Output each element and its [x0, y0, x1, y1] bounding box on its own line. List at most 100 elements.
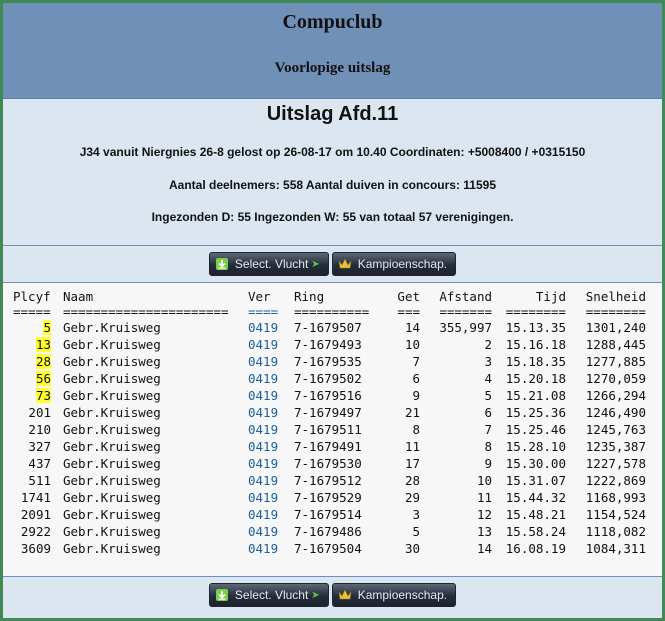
- results-title: Uitslag Afd.11: [266, 103, 399, 125]
- cell-ver[interactable]: 0419: [248, 387, 294, 404]
- cell-ver[interactable]: 0419: [248, 472, 294, 489]
- cell-afstand: 5: [484, 388, 492, 403]
- cell-tijd: 15.48.21: [505, 507, 566, 522]
- page-subtitle: Voorlopige uitslag: [274, 60, 391, 76]
- cell-afstand: 3: [484, 354, 492, 369]
- cell-get: 21: [404, 405, 420, 420]
- cell-get: 28: [404, 473, 420, 488]
- cell-get: 17: [404, 456, 420, 471]
- cell-afstand: 4: [484, 371, 492, 386]
- cell-get: 8: [412, 422, 420, 437]
- col-afstand: Afstand: [439, 289, 492, 304]
- cell-get: 6: [412, 371, 420, 386]
- cell-snelheid: 1154,524: [585, 507, 646, 522]
- table-row: 3609 Gebr.Kruisweg 0419 7-1679504 30 14 16.08.…: [9, 540, 646, 557]
- cell-ver[interactable]: 0419: [248, 319, 294, 336]
- championship-button-bottom[interactable]: Kampioenschap.: [331, 583, 457, 607]
- cell-plcyf: 3609: [9, 540, 63, 557]
- cell-plcyf: 437: [9, 455, 63, 472]
- col-plcyf: Plcyf: [13, 289, 51, 304]
- cell-ring: 7-1679491: [294, 439, 362, 454]
- cell-tijd: 15.25.46: [505, 422, 566, 437]
- placement-value: 3609: [20, 541, 51, 556]
- cell-ver[interactable]: 0419: [248, 421, 294, 438]
- sep-plcyf: =====: [13, 304, 51, 319]
- cell-afstand: 6: [484, 405, 492, 420]
- cell-plcyf: 1741: [9, 489, 63, 506]
- col-tijd: Tijd: [535, 289, 566, 304]
- select-flight-label: Select. Vlucht: [234, 588, 309, 602]
- cell-tijd: 15.20.18: [505, 371, 566, 386]
- cell-ver[interactable]: 0419: [248, 370, 294, 387]
- placement-value: 13: [35, 337, 51, 352]
- sep-ver: ====: [248, 304, 279, 319]
- cell-naam: Gebr.Kruisweg: [63, 490, 161, 505]
- championship-button[interactable]: Kampioenschap.: [331, 252, 457, 276]
- cell-snelheid: 1245,763: [585, 422, 646, 437]
- crown-icon: [338, 588, 352, 602]
- cell-snelheid: 1277,885: [585, 354, 646, 369]
- top-button-bar: Select. Vlucht ➤ Kampioenschap.: [3, 246, 662, 283]
- cell-tijd: 15.25.36: [505, 405, 566, 420]
- cell-ver[interactable]: 0419: [248, 455, 294, 472]
- cell-tijd: 15.58.24: [505, 524, 566, 539]
- table-row: 28 Gebr.Kruisweg 0419 7-1679535 7 3 15.18.35 12…: [9, 353, 646, 370]
- select-flight-button-bottom[interactable]: Select. Vlucht ➤: [208, 583, 329, 607]
- cell-naam: Gebr.Kruisweg: [63, 507, 161, 522]
- cell-get: 3: [412, 507, 420, 522]
- arrow-right-icon: ➤: [311, 258, 320, 270]
- placement-value: 201: [28, 405, 51, 420]
- sep-naam: ======================: [63, 304, 229, 319]
- cell-snelheid: 1246,490: [585, 405, 646, 420]
- cell-plcyf: 56: [9, 370, 63, 387]
- sep-tijd: ========: [505, 304, 566, 319]
- cell-ring: 7-1679493: [294, 337, 362, 352]
- cell-ring: 7-1679497: [294, 405, 362, 420]
- select-flight-button[interactable]: Select. Vlucht ➤: [208, 252, 329, 276]
- col-get: Get: [397, 289, 420, 304]
- cell-ver[interactable]: 0419: [248, 506, 294, 523]
- cell-tijd: 15.13.35: [505, 320, 566, 335]
- table-row: 2091 Gebr.Kruisweg 0419 7-1679514 3 12 15.48.2…: [9, 506, 646, 523]
- cell-get: 30: [404, 541, 420, 556]
- cell-snelheid: 1266,294: [585, 388, 646, 403]
- submissions-info: Ingezonden D: 55 Ingezonden W: 55 van to…: [151, 210, 514, 224]
- cell-snelheid: 1235,387: [585, 439, 646, 454]
- race-details: J34 vanuit Niergnies 26-8 gelost op 26-0…: [79, 145, 586, 159]
- championship-label: Kampioenschap.: [357, 257, 448, 271]
- cell-ring: 7-1679504: [294, 541, 362, 556]
- cell-ver[interactable]: 0419: [248, 540, 294, 557]
- results-table: Plcyf Naam Ver Ring Get Afstand Tijd Sne…: [9, 288, 646, 557]
- table-row: 210 Gebr.Kruisweg 0419 7-1679511 8 7 15.25.46 1…: [9, 421, 646, 438]
- cell-naam: Gebr.Kruisweg: [63, 354, 161, 369]
- table-row: 511 Gebr.Kruisweg 0419 7-1679512 28 10 15.31.0…: [9, 472, 646, 489]
- cell-naam: Gebr.Kruisweg: [63, 456, 161, 471]
- cell-tijd: 15.28.10: [505, 439, 566, 454]
- download-icon: [215, 257, 229, 271]
- cell-ver[interactable]: 0419: [248, 336, 294, 353]
- cell-ver[interactable]: 0419: [248, 489, 294, 506]
- cell-afstand: 10: [476, 473, 492, 488]
- championship-label: Kampioenschap.: [357, 588, 448, 602]
- cell-snelheid: 1270,059: [585, 371, 646, 386]
- cell-plcyf: 210: [9, 421, 63, 438]
- cell-ring: 7-1679514: [294, 507, 362, 522]
- cell-afstand: 7: [484, 422, 492, 437]
- page-header: Compuclub Voorlopige uitslag: [3, 3, 662, 99]
- cell-ver[interactable]: 0419: [248, 523, 294, 540]
- cell-tijd: 15.21.08: [505, 388, 566, 403]
- select-flight-label: Select. Vlucht: [234, 257, 309, 271]
- cell-plcyf: 201: [9, 404, 63, 421]
- cell-ver[interactable]: 0419: [248, 353, 294, 370]
- cell-snelheid: 1168,993: [585, 490, 646, 505]
- cell-plcyf: 13: [9, 336, 63, 353]
- cell-get: 29: [404, 490, 420, 505]
- cell-ver[interactable]: 0419: [248, 438, 294, 455]
- table-separator-row: ===== ====================== ==== ======…: [9, 305, 646, 319]
- results-table-area: Plcyf Naam Ver Ring Get Afstand Tijd Sne…: [3, 283, 662, 576]
- cell-snelheid: 1227,578: [585, 456, 646, 471]
- placement-value: 511: [28, 473, 51, 488]
- cell-ver[interactable]: 0419: [248, 404, 294, 421]
- cell-afstand: 355,997: [439, 320, 492, 335]
- sep-get: ===: [397, 304, 420, 319]
